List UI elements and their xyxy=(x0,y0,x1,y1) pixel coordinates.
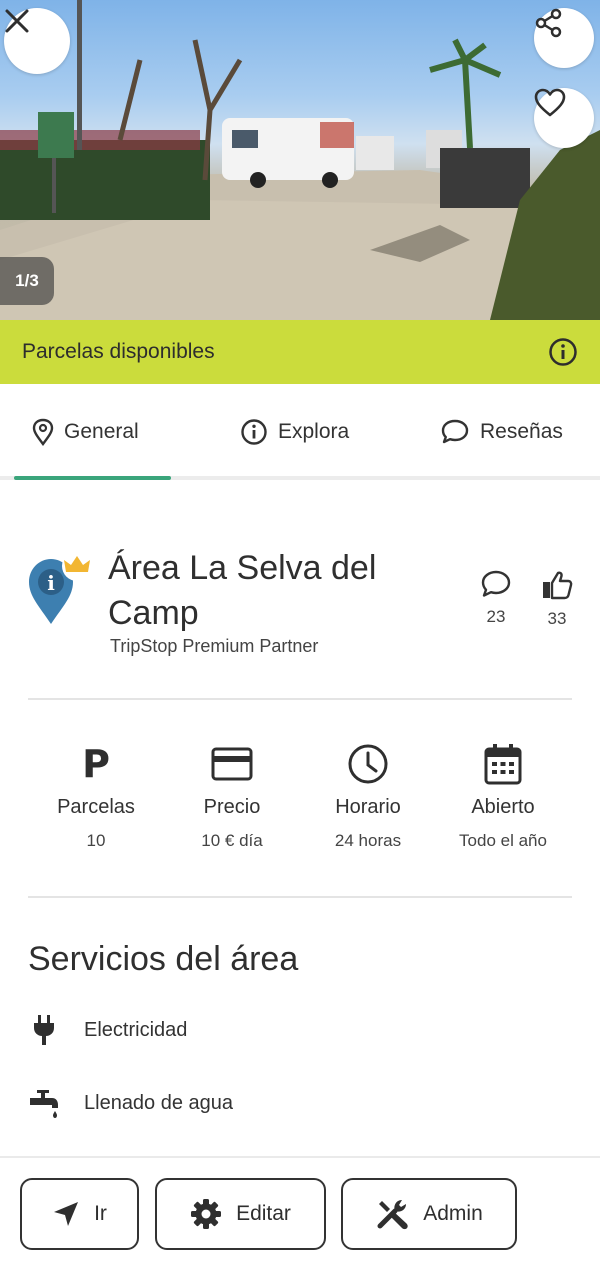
info-precio: Precio 10 € día xyxy=(162,740,302,851)
admin-button[interactable]: Admin xyxy=(341,1178,517,1250)
info-value: Todo el año xyxy=(459,831,547,850)
info-label: Abierto xyxy=(471,796,535,818)
gear-icon xyxy=(191,1199,222,1229)
edit-button[interactable]: Editar xyxy=(155,1178,326,1250)
clock-icon xyxy=(348,744,388,784)
place-header: i Área La Selva del Camp TripStop Premiu… xyxy=(0,540,600,670)
info-label: Precio xyxy=(203,796,261,818)
likes-stat[interactable]: 33 xyxy=(535,570,579,629)
info-parcelas: P Parcelas 10 xyxy=(26,740,166,851)
bottom-action-bar: Ir Editar Admin xyxy=(0,1156,600,1266)
parking-icon: P xyxy=(82,742,110,786)
tab-resenas-label: Reseñas xyxy=(480,420,563,443)
availability-text: Parcelas disponibles xyxy=(22,340,215,363)
tab-bar: General Explora Reseñas xyxy=(0,384,600,480)
divider xyxy=(28,896,572,898)
info-label: Horario xyxy=(335,796,401,818)
comment-icon xyxy=(481,570,511,597)
info-value: 10 xyxy=(86,831,106,850)
info-value: 24 horas xyxy=(334,831,402,850)
service-item: Electricidad xyxy=(28,1012,187,1048)
info-horario: Horario 24 horas xyxy=(298,740,438,851)
photo-counter: 1/3 xyxy=(0,257,54,305)
favorite-button[interactable] xyxy=(534,88,594,148)
premium-pin-icon: i xyxy=(29,551,92,624)
services-title: Servicios del área xyxy=(28,940,299,978)
info-icon xyxy=(241,419,267,445)
place-subtitle: TripStop Premium Partner xyxy=(110,636,319,656)
place-title: Área La Selva del Camp xyxy=(108,549,377,632)
edit-button-label: Editar xyxy=(236,1202,291,1225)
divider xyxy=(28,698,572,700)
svg-text:i: i xyxy=(47,571,55,595)
plug-icon xyxy=(34,1015,54,1045)
hero-photo[interactable]: 1/3 xyxy=(0,0,600,320)
active-tab-indicator xyxy=(14,476,171,480)
heart-icon xyxy=(534,88,566,117)
info-icon[interactable] xyxy=(548,337,578,367)
calendar-icon xyxy=(484,744,522,785)
share-button[interactable] xyxy=(534,8,594,68)
tools-icon xyxy=(377,1200,408,1230)
share-icon xyxy=(535,8,562,38)
likes-count: 33 xyxy=(547,609,567,628)
thumbs-up-icon xyxy=(543,571,573,600)
close-button[interactable] xyxy=(4,8,70,74)
credit-card-icon xyxy=(211,747,253,781)
tab-general-label: General xyxy=(64,420,139,443)
comments-count: 23 xyxy=(486,607,506,626)
go-button-label: Ir xyxy=(94,1202,107,1225)
tab-explora[interactable]: Explora xyxy=(240,412,349,452)
water-tap-icon xyxy=(30,1090,58,1118)
tab-resenas[interactable]: Reseñas xyxy=(440,412,563,452)
service-item: Llenado de agua xyxy=(28,1085,233,1121)
campsite-photo xyxy=(0,0,600,320)
availability-banner[interactable]: Parcelas disponibles xyxy=(0,320,600,384)
go-button[interactable]: Ir xyxy=(20,1178,139,1250)
service-label: Llenado de agua xyxy=(84,1091,234,1114)
info-value: 10 € día xyxy=(201,831,263,850)
info-label: Parcelas xyxy=(57,796,135,818)
chat-bubble-icon xyxy=(441,419,469,444)
tab-general[interactable]: General xyxy=(32,412,139,452)
info-abierto: Abierto Todo el año xyxy=(433,740,573,851)
location-pin-icon xyxy=(32,418,54,446)
service-label: Electricidad xyxy=(84,1018,188,1041)
navigation-arrow-icon xyxy=(54,1202,79,1226)
admin-button-label: Admin xyxy=(423,1202,483,1225)
tab-explora-label: Explora xyxy=(278,420,350,443)
close-icon xyxy=(5,9,29,33)
comments-stat[interactable]: 23 xyxy=(474,570,518,627)
